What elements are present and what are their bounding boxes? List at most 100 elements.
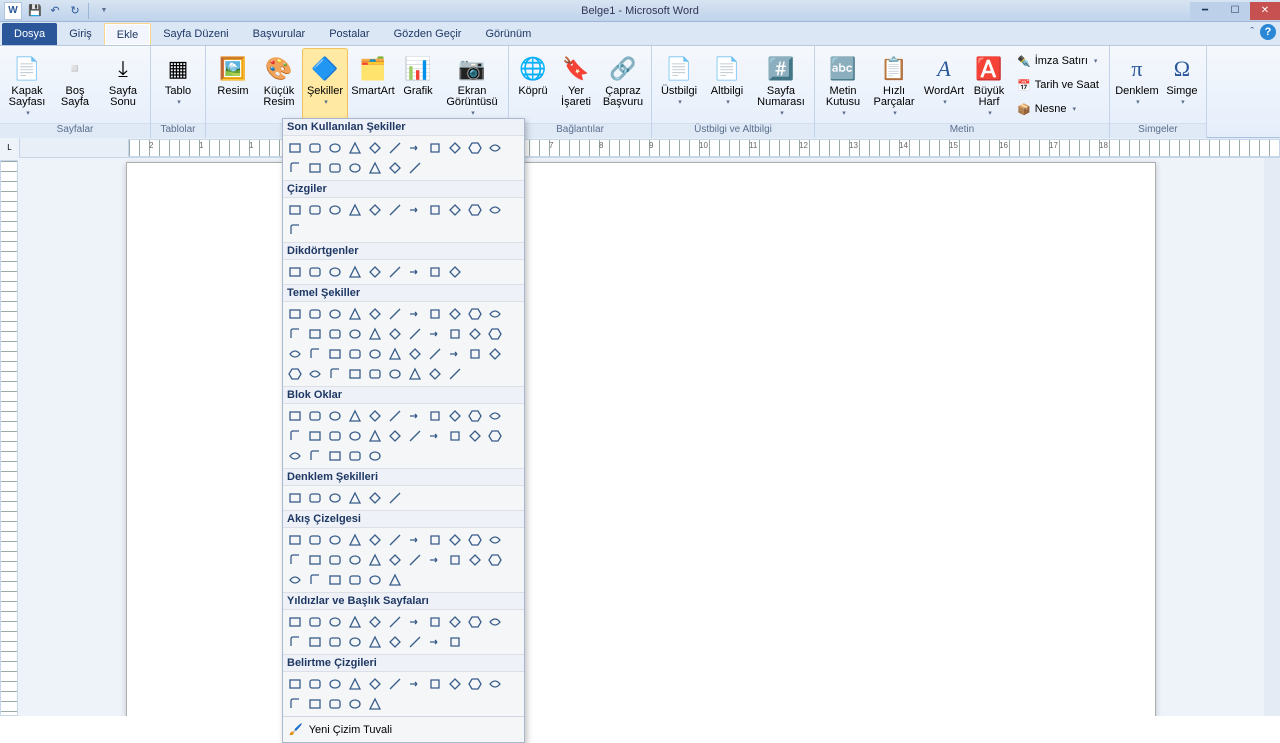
save-icon[interactable]: 💾: [26, 2, 44, 20]
shape-recent-6[interactable]: [405, 138, 425, 158]
shape-basic-3[interactable]: [345, 304, 365, 324]
shape-flowchart-12[interactable]: [305, 550, 325, 570]
redo-icon[interactable]: ↻: [66, 2, 84, 20]
shape-block-0[interactable]: [285, 406, 305, 426]
shape-basic-14[interactable]: [345, 324, 365, 344]
shape-flowchart-24[interactable]: [325, 570, 345, 590]
shape-recent-10[interactable]: [485, 138, 505, 158]
shape-callouts-12[interactable]: [305, 694, 325, 714]
shape-recent-7[interactable]: [425, 138, 445, 158]
shape-flowchart-3[interactable]: [345, 530, 365, 550]
shape-block-12[interactable]: [305, 426, 325, 446]
tab-home[interactable]: Giriş: [57, 23, 104, 45]
shape-lines-3[interactable]: [345, 200, 365, 220]
shape-basic-11[interactable]: [285, 324, 305, 344]
shape-basic-36[interactable]: [345, 364, 365, 384]
shape-recent-1[interactable]: [305, 138, 325, 158]
dropcap-button[interactable]: 🅰️Büyük Harf▾: [969, 48, 1009, 120]
tab-references[interactable]: Başvurular: [241, 23, 318, 45]
shape-basic-1[interactable]: [305, 304, 325, 324]
shape-callouts-2[interactable]: [325, 674, 345, 694]
shape-stars-13[interactable]: [325, 632, 345, 652]
shape-flowchart-7[interactable]: [425, 530, 445, 550]
symbol-button[interactable]: ΩSimge▾: [1162, 48, 1202, 120]
picture-button[interactable]: 🖼️Resim: [210, 48, 256, 120]
shape-basic-21[interactable]: [485, 324, 505, 344]
shape-basic-9[interactable]: [465, 304, 485, 324]
shape-basic-28[interactable]: [405, 344, 425, 364]
wordart-button[interactable]: AWordArt▾: [921, 48, 967, 120]
tab-file[interactable]: Dosya: [2, 23, 57, 45]
shape-callouts-3[interactable]: [345, 674, 365, 694]
minimize-ribbon-icon[interactable]: ˆ: [1250, 26, 1254, 38]
footer-button[interactable]: 📄Altbilgi▾: [704, 48, 750, 120]
shape-equation-0[interactable]: [285, 488, 305, 508]
shape-recent-5[interactable]: [385, 138, 405, 158]
shape-flowchart-18[interactable]: [425, 550, 445, 570]
shape-flowchart-8[interactable]: [445, 530, 465, 550]
shape-block-22[interactable]: [285, 446, 305, 466]
shape-callouts-1[interactable]: [305, 674, 325, 694]
shape-basic-38[interactable]: [385, 364, 405, 384]
minimize-button[interactable]: ━: [1190, 2, 1220, 20]
shape-basic-20[interactable]: [465, 324, 485, 344]
shape-basic-2[interactable]: [325, 304, 345, 324]
shape-lines-7[interactable]: [425, 200, 445, 220]
tab-layout[interactable]: Sayfa Düzeni: [151, 23, 240, 45]
hyperlink-button[interactable]: 🌐Köprü: [513, 48, 553, 120]
shape-stars-0[interactable]: [285, 612, 305, 632]
shape-callouts-13[interactable]: [325, 694, 345, 714]
shape-callouts-15[interactable]: [365, 694, 385, 714]
shape-block-16[interactable]: [385, 426, 405, 446]
shape-recent-15[interactable]: [365, 158, 385, 178]
shape-stars-16[interactable]: [385, 632, 405, 652]
shape-equation-4[interactable]: [365, 488, 385, 508]
shape-flowchart-17[interactable]: [405, 550, 425, 570]
shape-stars-10[interactable]: [485, 612, 505, 632]
shape-basic-19[interactable]: [445, 324, 465, 344]
shape-equation-5[interactable]: [385, 488, 405, 508]
shape-flowchart-15[interactable]: [365, 550, 385, 570]
textbox-button[interactable]: 🔤Metin Kutusu▾: [819, 48, 867, 120]
shape-basic-33[interactable]: [285, 364, 305, 384]
shape-stars-15[interactable]: [365, 632, 385, 652]
shape-callouts-4[interactable]: [365, 674, 385, 694]
shape-rects-4[interactable]: [365, 262, 385, 282]
shape-block-10[interactable]: [485, 406, 505, 426]
tab-insert[interactable]: Ekle: [104, 23, 151, 45]
shape-callouts-7[interactable]: [425, 674, 445, 694]
shape-stars-8[interactable]: [445, 612, 465, 632]
shape-lines-8[interactable]: [445, 200, 465, 220]
shape-flowchart-13[interactable]: [325, 550, 345, 570]
shape-callouts-0[interactable]: [285, 674, 305, 694]
datetime-button[interactable]: 📅Tarih ve Saat: [1013, 74, 1103, 96]
shape-recent-12[interactable]: [305, 158, 325, 178]
shape-flowchart-16[interactable]: [385, 550, 405, 570]
shape-lines-11[interactable]: [285, 220, 305, 240]
smartart-button[interactable]: 🗂️SmartArt: [350, 48, 396, 120]
shape-flowchart-27[interactable]: [385, 570, 405, 590]
shape-block-6[interactable]: [405, 406, 425, 426]
shape-basic-15[interactable]: [365, 324, 385, 344]
shape-callouts-8[interactable]: [445, 674, 465, 694]
shape-basic-4[interactable]: [365, 304, 385, 324]
blank-page-button[interactable]: ▫️Boş Sayfa: [52, 48, 98, 120]
tab-mailings[interactable]: Postalar: [317, 23, 381, 45]
shape-rects-7[interactable]: [425, 262, 445, 282]
shape-callouts-9[interactable]: [465, 674, 485, 694]
help-icon[interactable]: ?: [1260, 24, 1276, 40]
shapes-button[interactable]: 🔷Şekiller▾: [302, 48, 348, 120]
shape-block-18[interactable]: [425, 426, 445, 446]
shape-block-26[interactable]: [365, 446, 385, 466]
shape-stars-4[interactable]: [365, 612, 385, 632]
shape-flowchart-14[interactable]: [345, 550, 365, 570]
shape-flowchart-5[interactable]: [385, 530, 405, 550]
shape-basic-29[interactable]: [425, 344, 445, 364]
object-button[interactable]: 📦Nesne▾: [1013, 98, 1103, 120]
shape-block-20[interactable]: [465, 426, 485, 446]
shape-callouts-10[interactable]: [485, 674, 505, 694]
shape-basic-16[interactable]: [385, 324, 405, 344]
shape-stars-9[interactable]: [465, 612, 485, 632]
shape-stars-12[interactable]: [305, 632, 325, 652]
shape-block-7[interactable]: [425, 406, 445, 426]
